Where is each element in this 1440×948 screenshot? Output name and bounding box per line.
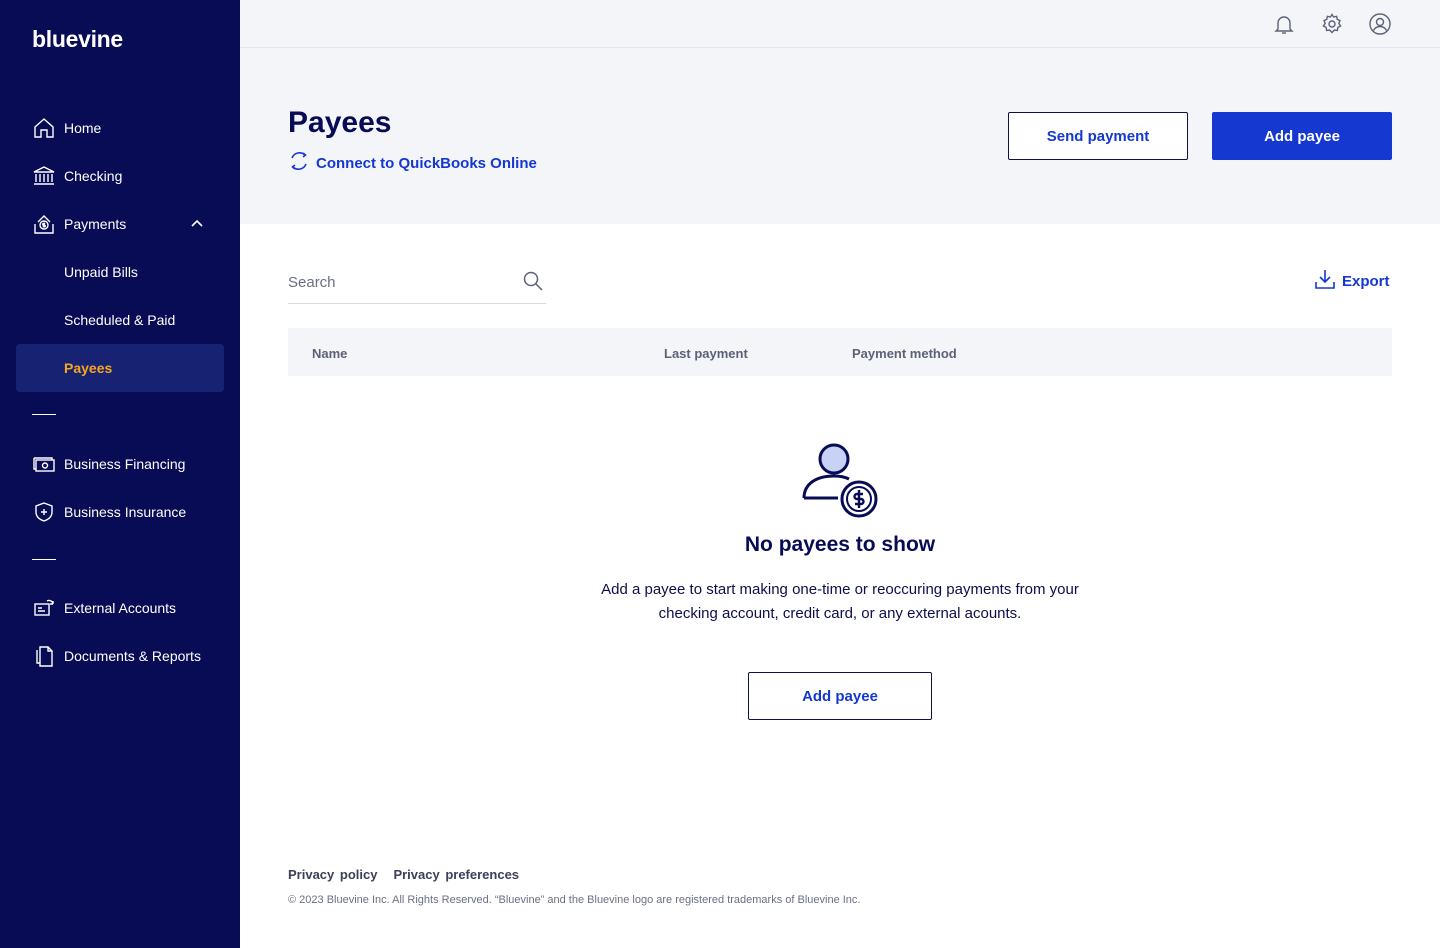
sidebar: bluevine Home Checking Payments Unpaid B… (0, 0, 240, 948)
sidebar-item-business-financing[interactable]: Business Financing (16, 440, 224, 488)
sidebar-item-home[interactable]: Home (16, 104, 224, 152)
gear-icon[interactable] (1320, 12, 1344, 36)
bank-icon (32, 164, 56, 188)
cash-icon (32, 452, 56, 476)
bell-icon[interactable] (1272, 12, 1296, 36)
download-icon (1314, 268, 1336, 295)
empty-state-title: No payees to show (744, 533, 936, 556)
search-icon[interactable] (522, 270, 544, 297)
search-box (288, 262, 546, 304)
sidebar-item-payments[interactable]: Payments (16, 200, 224, 248)
add-payee-button[interactable]: Add payee (1212, 112, 1392, 160)
sync-icon (288, 150, 310, 177)
column-header-payment-method[interactable]: Payment method (852, 346, 957, 361)
sidebar-item-payees[interactable]: Payees (16, 344, 224, 392)
home-icon (32, 116, 56, 140)
sidebar-item-label: Scheduled & Paid (64, 312, 176, 328)
export-button[interactable]: Export (1314, 268, 1390, 295)
documents-icon (32, 644, 56, 668)
shield-icon (32, 500, 56, 524)
connect-quickbooks-label: Connect to QuickBooks Online (316, 155, 537, 172)
chevron-up-icon[interactable] (190, 217, 204, 236)
sidebar-item-business-insurance[interactable]: Business Insurance (16, 488, 224, 536)
sidebar-item-label: Documents & Reports (64, 648, 201, 664)
sidebar-item-scheduled-paid[interactable]: Scheduled & Paid (16, 296, 224, 344)
privacy-policy-link[interactable]: Privacy policy (288, 867, 377, 882)
sidebar-item-unpaid-bills[interactable]: Unpaid Bills (16, 248, 224, 296)
payee-dollar-icon (800, 440, 880, 525)
sidebar-item-checking[interactable]: Checking (16, 152, 224, 200)
page-title: Payees (288, 106, 392, 139)
privacy-preferences-link[interactable]: Privacy preferences (393, 867, 519, 882)
sidebar-item-label: Payees (64, 360, 113, 376)
sidebar-divider (32, 559, 56, 560)
sidebar-item-label: Payments (64, 216, 127, 232)
sidebar-item-label: Unpaid Bills (64, 264, 138, 280)
top-bar (240, 0, 1440, 48)
sidebar-item-label: Business Financing (64, 456, 186, 472)
sidebar-item-label: Business Insurance (64, 504, 187, 520)
external-accounts-icon (32, 596, 56, 620)
sidebar-item-documents-reports[interactable]: Documents & Reports (16, 632, 224, 680)
empty-state-description: Add a payee to start making one-time or … (601, 581, 1079, 622)
empty-state-add-payee-button[interactable]: Add payee (748, 672, 932, 720)
page-header: Payees Connect to QuickBooks Online Send… (240, 48, 1440, 224)
bluevine-logo[interactable]: bluevine (32, 26, 123, 53)
column-header-name[interactable]: Name (312, 346, 347, 361)
send-payment-button[interactable]: Send payment (1008, 112, 1188, 160)
sidebar-divider (32, 414, 56, 415)
copyright-text: © 2023 Bluevine Inc. All Rights Reserved… (288, 894, 861, 906)
payments-icon (32, 212, 56, 236)
column-header-last-payment[interactable]: Last payment (664, 346, 748, 361)
sidebar-item-label: Home (64, 120, 102, 136)
search-input[interactable] (288, 270, 508, 294)
footer-links: Privacy policy Privacy preferences (288, 867, 519, 882)
export-label: Export (1342, 273, 1390, 290)
payees-table-header: Name Last payment Payment method (288, 328, 1392, 376)
sidebar-item-external-accounts[interactable]: External Accounts (16, 584, 224, 632)
connect-quickbooks-link[interactable]: Connect to QuickBooks Online (288, 150, 537, 177)
profile-icon[interactable] (1368, 12, 1392, 36)
sidebar-item-label: Checking (64, 168, 123, 184)
sidebar-item-label: External Accounts (64, 600, 177, 616)
